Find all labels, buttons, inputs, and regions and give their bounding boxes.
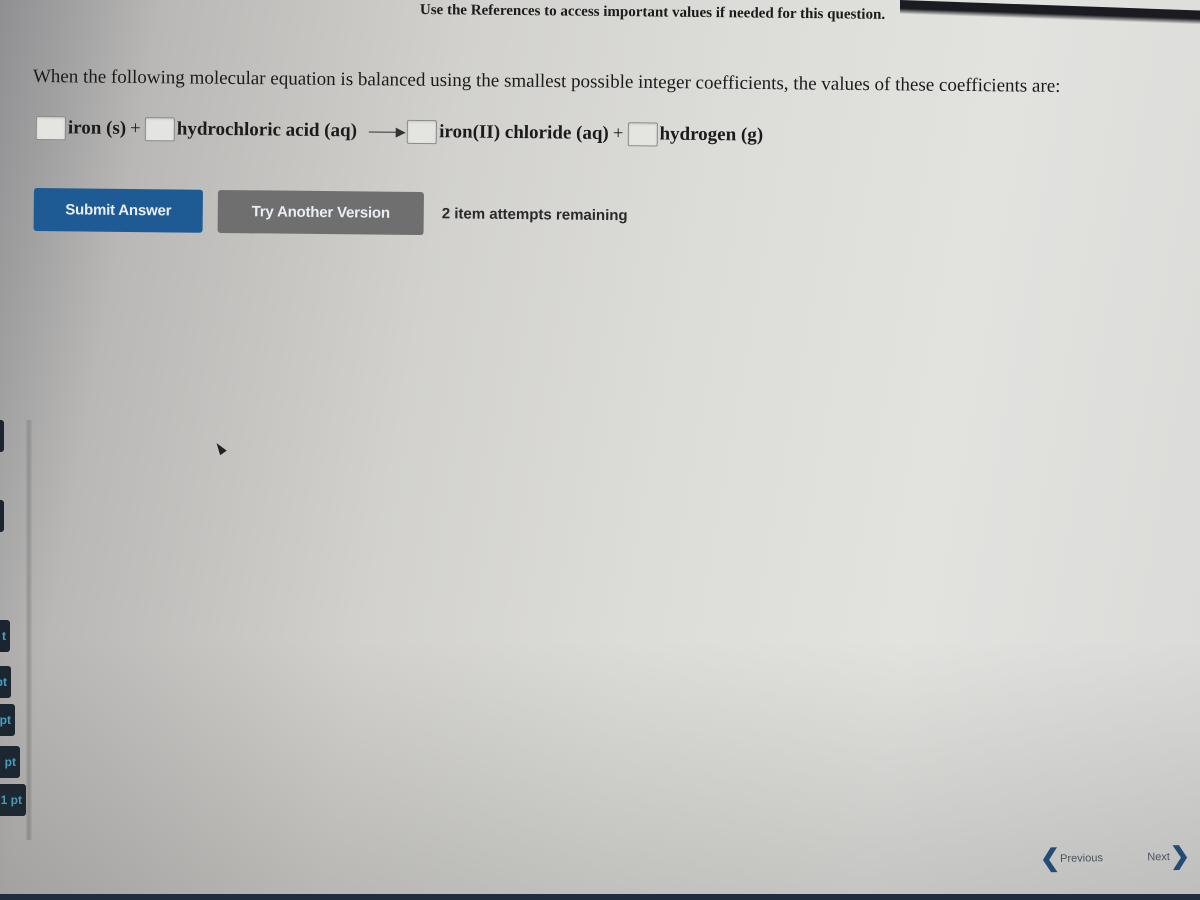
attempts-remaining: 2 item attempts remaining [441,205,628,225]
sidebar-item[interactable]: t [0,620,10,652]
question-navigation: ❮ Previous Next ❯ [1039,842,1191,873]
chevron-right-icon: ❯ [1169,842,1191,871]
species-iron: iron (s) [67,117,127,139]
species-hydrogen: hydrogen (g) [659,123,764,146]
screen-bezel-bottom [0,894,1200,900]
sidebar-divider [26,420,32,840]
species-hydrochloric-acid: hydrochloric acid (aq) [176,118,358,142]
sidebar-item[interactable]: 1 pt [0,784,26,816]
reaction-arrow-icon: ▶ [368,125,405,139]
references-note: Use the References to access important v… [419,2,886,23]
mouse-cursor-icon [213,440,227,456]
screen-bezel-top [900,0,1200,25]
previous-label: Previous [1060,852,1104,865]
coefficient-input-iron[interactable] [35,116,66,141]
coefficient-input-iron-ii-chloride[interactable] [407,119,438,145]
submit-answer-button[interactable]: Submit Answer [33,188,203,233]
plus-sign: + [612,123,624,145]
sidebar-item[interactable]: pt [0,666,11,698]
species-iron-ii-chloride: iron(II) chloride (aq) [439,121,609,144]
screen-shading [0,640,1200,900]
previous-link[interactable]: ❮ Previous [1039,844,1104,873]
coefficient-input-hydrochloric-acid[interactable] [144,117,175,142]
try-another-version-button[interactable]: Try Another Version [217,189,424,236]
sidebar-item[interactable]: pt [0,704,15,736]
next-label: Next [1147,851,1170,864]
sidebar-item[interactable]: pt [0,746,20,778]
coefficient-input-hydrogen[interactable] [627,122,658,147]
chevron-left-icon: ❮ [1039,844,1061,873]
sidebar-item[interactable] [0,420,4,452]
next-link[interactable]: Next ❯ [1147,842,1191,871]
chemical-equation: iron (s) + hydrochloric acid (aq) ▶ iron… [35,116,768,148]
sidebar-item[interactable] [0,500,4,532]
question-prompt: When the following molecular equation is… [32,66,1061,97]
plus-sign: + [129,117,141,140]
action-bar: Submit Answer Try Another Version 2 item… [33,188,628,237]
